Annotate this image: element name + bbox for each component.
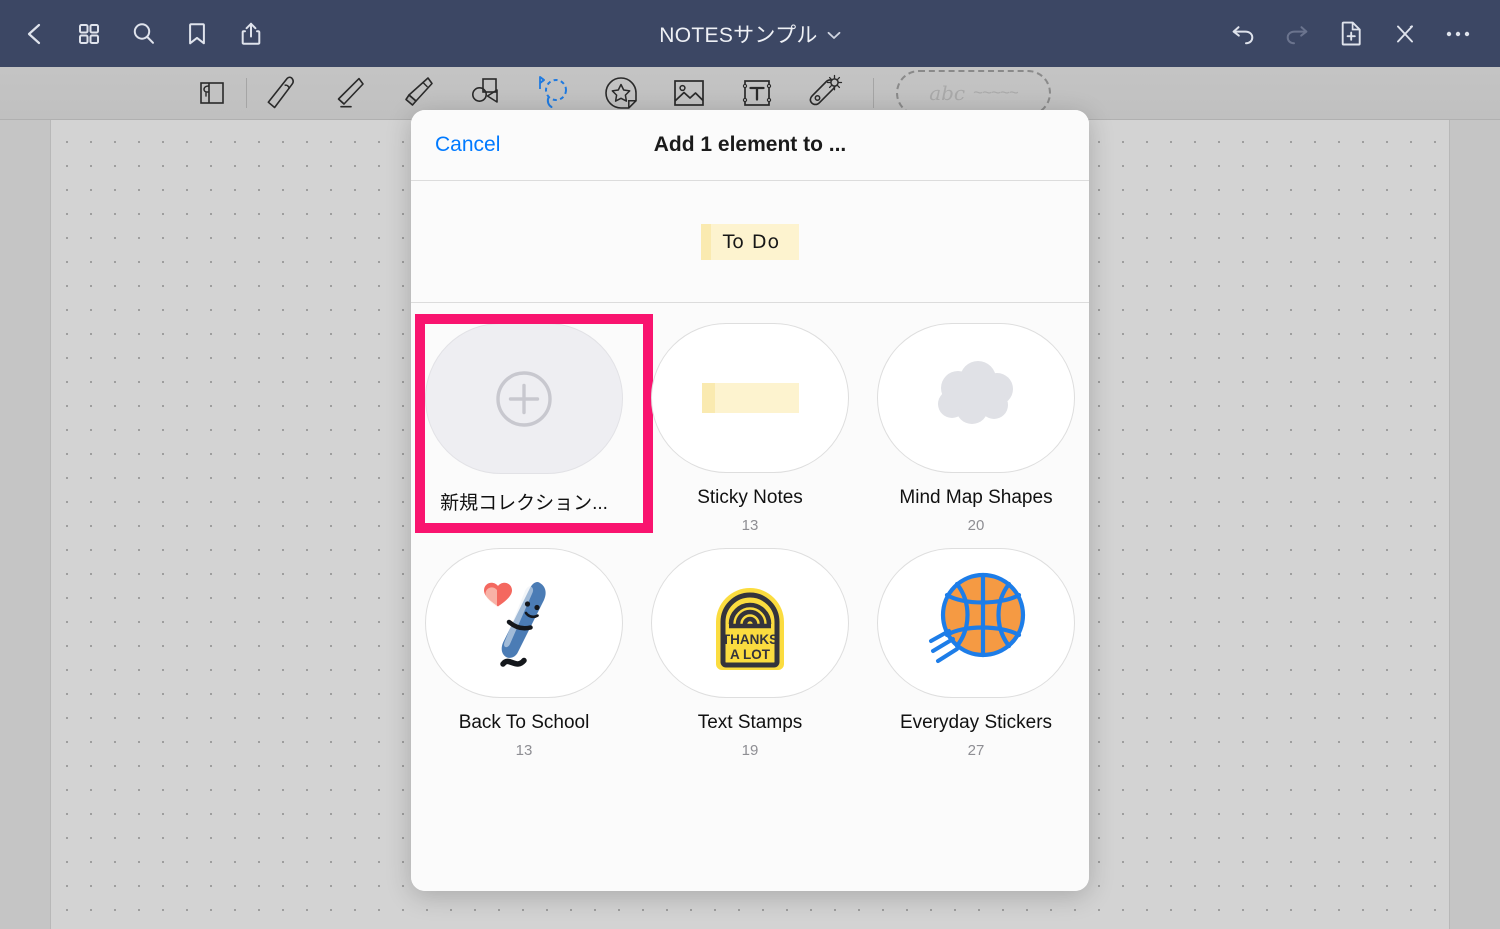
collection-label: Sticky Notes [697,487,803,509]
cloud-shape-thumb [938,361,1013,425]
share-button[interactable] [224,7,278,61]
tool-eraser[interactable] [315,67,383,120]
toolbar-divider-2 [873,78,874,108]
collection-card-everyday-stickers[interactable]: Everyday Stickers 27 [863,534,1089,759]
collection-card-sticky-notes[interactable]: Sticky Notes 13 [637,309,863,534]
collection-label: 新規コレクション... [440,493,608,514]
redo-button[interactable] [1270,7,1324,61]
pen-icon [267,76,294,109]
element-preview-area: To Do [411,181,1089,303]
chevron-down-icon [827,31,841,39]
collection-count: 27 [967,742,985,759]
modal-header: Cancel Add 1 element to ... [411,110,1089,181]
modal-title: Add 1 element to ... [653,133,847,156]
stamp-line2: A LOT [730,647,771,662]
collection-count: 19 [741,742,759,759]
lasso-abc-text: abc [929,81,966,105]
collection-count: 20 [967,517,985,534]
stamp-line1: THANKS [722,632,778,647]
highlighter-icon [405,77,433,106]
sticky-note-preview: To Do [700,223,800,260]
add-page-button[interactable] [1324,7,1378,61]
close-button[interactable] [1378,7,1432,61]
image-icon [674,80,704,106]
text-icon [742,80,772,106]
top-navbar: NOTESサンプル [0,0,1500,67]
collection-label: Back To School [458,712,590,734]
read-only-icon [200,82,224,104]
navbar-right-group [1216,7,1500,61]
more-icon [1446,31,1470,36]
pen-heart-thumb [484,582,546,667]
collection-label: Text Stamps [697,712,803,734]
magic-icon [809,74,843,106]
collection-label: Everyday Stickers [899,712,1053,734]
more-button[interactable] [1432,7,1486,61]
thanks-a-lot-stamp-thumb: THANKS A LOT [716,588,784,671]
back-button[interactable] [8,7,62,61]
page-title: NOTESサンプル [659,23,818,47]
collections-grid: 新規コレクション... Sticky Notes 13 Mind Map Sha… [411,303,1089,891]
collection-card-text-stamps[interactable]: THANKS A LOT Text Stamps 19 [637,534,863,759]
document-title-button[interactable]: NOTESサンプル [659,19,841,49]
close-icon [1397,25,1413,43]
app-root: NOTESサンプル abc ~~~~~ Cancel Add 1 element… [0,0,1500,929]
navbar-left-group [0,7,278,61]
lasso-icon [539,76,567,108]
shapes-icon [472,78,498,103]
eraser-icon [337,77,364,108]
collection-label: Mind Map Shapes [899,487,1053,509]
tool-read-only[interactable] [178,67,246,120]
back-icon [27,23,41,44]
plus-circle-icon [496,370,552,427]
share-icon [241,22,261,45]
bookmark-button[interactable] [170,7,224,61]
cancel-button[interactable]: Cancel [435,133,500,157]
grid-icon [79,23,99,44]
lasso-squiggle-text: ~~~~~ [973,83,1019,102]
collection-card-back-to-school[interactable]: Back To School 13 [411,534,637,759]
sticker-icon [605,77,637,109]
collection-count: 13 [741,517,759,534]
collection-thumb-new [425,323,623,474]
collection-count: 13 [515,742,533,759]
add-page-icon [1341,21,1361,46]
undo-icon [1232,25,1254,44]
bookmark-icon [189,22,205,44]
collection-card-mind-map-shapes[interactable]: Mind Map Shapes 20 [863,309,1089,534]
search-icon [133,23,154,44]
redo-icon [1286,25,1308,44]
collection-thumb-back-to-school [425,548,623,699]
search-button[interactable] [116,7,170,61]
collection-thumb-everyday-stickers [877,548,1075,699]
tool-pen[interactable] [247,67,315,120]
basketball-thumb [929,572,1026,664]
collection-card-new[interactable]: 新規コレクション... [411,309,653,534]
undo-button[interactable] [1216,7,1270,61]
collection-thumb-text-stamps: THANKS A LOT [651,548,849,699]
collection-thumb-sticky-notes [651,323,849,474]
pages-grid-button[interactable] [62,7,116,61]
sticky-note-thumb [701,383,799,414]
add-to-collection-modal: Cancel Add 1 element to ... To Do 新規コレクシ… [411,110,1089,891]
collection-thumb-mind-map-shapes [877,323,1075,474]
